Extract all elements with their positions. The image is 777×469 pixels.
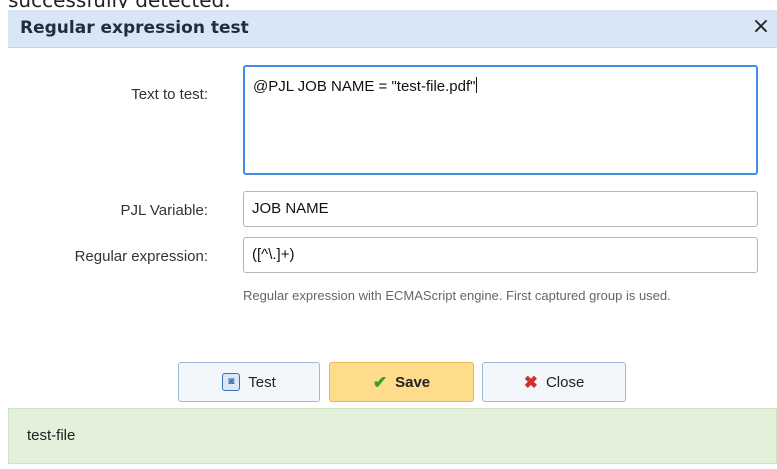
regex-hint: Regular expression with ECMAScript engin… [243, 288, 671, 303]
dialog-title: Regular expression test [20, 18, 249, 38]
pjl-variable-value: JOB NAME [252, 200, 329, 217]
close-button-label: Close [545, 373, 585, 391]
dialog-body: Text to test: @PJL JOB NAME = "test-file… [8, 48, 777, 468]
dialog-titlebar: Regular expression test × [8, 10, 777, 48]
pjl-variable-label: PJL Variable: [120, 202, 208, 219]
save-button-label: Save [395, 373, 431, 391]
test-button[interactable]: ◙ Test [178, 362, 320, 402]
x-icon: ✖ [523, 372, 538, 392]
checkmark-icon: ✔ [372, 372, 388, 392]
text-caret [476, 77, 478, 93]
text-to-test-field[interactable]: @PJL JOB NAME = "test-file.pdf" [243, 65, 758, 175]
pjl-variable-field[interactable]: JOB NAME [243, 191, 758, 227]
test-button-label: Test [248, 373, 276, 391]
regex-field[interactable]: ([^\.]+) [243, 237, 758, 273]
regex-test-dialog: Regular expression test × Text to test: … [0, 8, 777, 469]
result-text: test-file [27, 427, 76, 444]
close-button[interactable]: ✖ Close [482, 362, 626, 402]
close-icon[interactable]: × [749, 14, 773, 40]
result-panel: test-file [8, 408, 777, 464]
save-button[interactable]: ✔ Save [329, 362, 474, 402]
text-to-test-label: Text to test: [131, 86, 208, 103]
text-to-test-value: @PJL JOB NAME = "test-file.pdf" [253, 78, 476, 95]
regex-label: Regular expression: [74, 248, 208, 265]
regex-value: ([^\.]+) [252, 246, 295, 263]
test-icon: ◙ [222, 373, 241, 391]
